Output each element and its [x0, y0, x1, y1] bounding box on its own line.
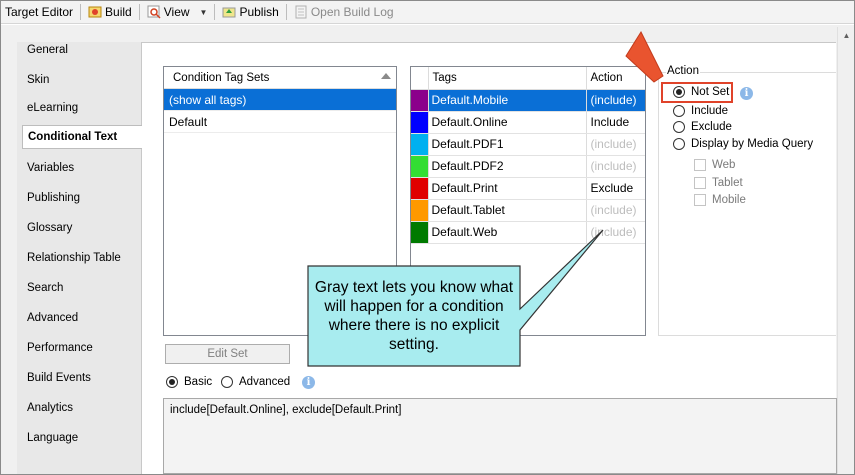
pointer-arrow-icon [625, 30, 664, 83]
callout-text: Gray text lets you know what will happen… [314, 279, 514, 353]
annotation-overlay [307, 30, 664, 367]
